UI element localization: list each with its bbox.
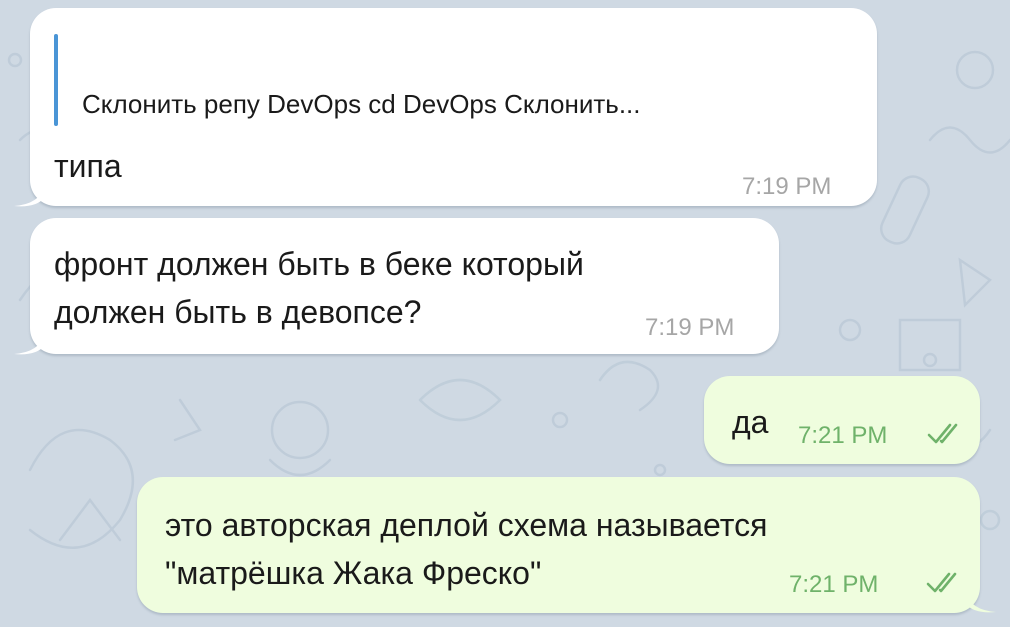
message-time: 7:21 PM [789, 571, 879, 598]
reply-preview-text[interactable]: Склонить репу DevOps cd DevOps Склонить.… [82, 88, 641, 120]
message-bubble-outgoing[interactable]: это авторская деплой схема называется "м… [137, 477, 980, 613]
bubble-tail [14, 186, 44, 207]
message-bubble-incoming[interactable]: фронт должен быть в беке который должен … [30, 218, 779, 354]
message-time: 7:19 PM [742, 173, 832, 200]
message-text: это авторская деплой схема называется "м… [165, 507, 768, 591]
reply-accent-bar [54, 34, 58, 126]
message-time: 7:21 PM [798, 422, 888, 449]
bubble-tail [966, 592, 996, 613]
bubble-tail [14, 334, 44, 355]
message-bubble-incoming[interactable]: Склонить репу DevOps cd DevOps Склонить.… [30, 8, 877, 206]
message-text: да [732, 404, 769, 440]
message-time: 7:19 PM [645, 314, 735, 341]
double-check-icon [927, 423, 958, 444]
message-bubble-outgoing[interactable]: да 7:21 PM [704, 376, 980, 464]
double-check-icon [926, 572, 957, 593]
message-text: фронт должен быть в беке который должен … [54, 246, 584, 330]
message-text: типа [54, 148, 122, 184]
